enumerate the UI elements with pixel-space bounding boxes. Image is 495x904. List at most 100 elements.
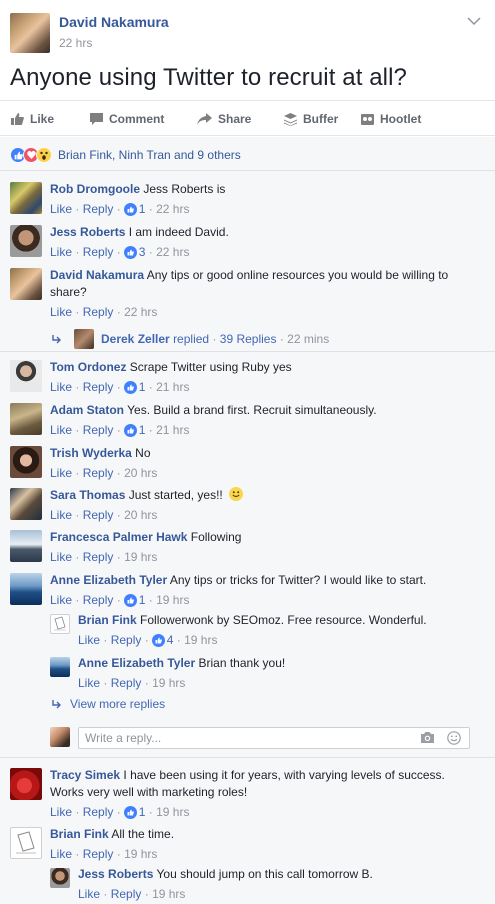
comment-reply-link[interactable]: Reply xyxy=(83,244,114,261)
comment-like-link[interactable]: Like xyxy=(50,804,72,821)
comment-like-link[interactable]: Like xyxy=(50,422,72,439)
comment-time[interactable]: 22 hrs xyxy=(156,201,189,218)
commenter-avatar[interactable] xyxy=(10,488,42,520)
commenter-avatar[interactable] xyxy=(10,268,42,300)
commenter-name[interactable]: Jess Roberts xyxy=(50,225,125,239)
comment-reply-link[interactable]: Reply xyxy=(111,632,142,649)
comment-like-link[interactable]: Like xyxy=(50,244,72,261)
author-avatar[interactable] xyxy=(10,13,50,53)
comment-reply-link[interactable]: Reply xyxy=(83,465,114,482)
commenter-avatar[interactable] xyxy=(10,827,42,859)
commenter-name[interactable]: David Nakamura xyxy=(50,268,144,282)
comment-button[interactable]: Comment xyxy=(90,101,164,137)
comment: Trish Wyderka No Like · Reply · 20 hrs xyxy=(10,445,480,485)
reply-input[interactable]: Write a reply... xyxy=(78,727,470,749)
like-count[interactable]: 1 xyxy=(139,804,146,821)
comment-time[interactable]: 19 hrs xyxy=(156,592,189,609)
commenter-name[interactable]: Sara Thomas xyxy=(50,488,125,502)
comment-time[interactable]: 22 hrs xyxy=(156,244,189,261)
comment-like-link[interactable]: Like xyxy=(78,886,100,903)
comment-reply-link[interactable]: Reply xyxy=(83,379,114,396)
commenter-name[interactable]: Rob Dromgoole xyxy=(50,182,140,196)
commenter-avatar[interactable] xyxy=(50,868,70,888)
comment-reply-link[interactable]: Reply xyxy=(83,592,114,609)
comment-like-link[interactable]: Like xyxy=(78,675,100,692)
comment-like-link[interactable]: Like xyxy=(50,549,72,566)
comment-time[interactable]: 19 hrs xyxy=(184,632,217,649)
hootlet-button[interactable]: Hootlet xyxy=(361,101,421,137)
reactions-summary[interactable]: Brian Fink, Ninh Tran and 9 others xyxy=(10,147,241,163)
comment-like-link[interactable]: Like xyxy=(50,507,72,524)
author-name[interactable]: David Nakamura xyxy=(59,14,169,30)
separator: · xyxy=(144,633,149,647)
share-button[interactable]: Share xyxy=(197,101,251,137)
separator: · xyxy=(116,805,121,819)
commenter-name[interactable]: Francesca Palmer Hawk xyxy=(50,530,187,544)
comment-reply-link[interactable]: Reply xyxy=(83,422,114,439)
comment-time[interactable]: 21 hrs xyxy=(156,379,189,396)
comment-time[interactable]: 19 hrs xyxy=(152,886,185,903)
comment-time[interactable]: 19 hrs xyxy=(124,549,157,566)
commenter-name[interactable]: Anne Elizabeth Tyler xyxy=(78,656,195,670)
post-timestamp[interactable]: 22 hrs xyxy=(59,36,92,50)
commenter-avatar[interactable] xyxy=(10,446,42,478)
commenter-avatar[interactable] xyxy=(10,225,42,257)
comment-time[interactable]: 19 hrs xyxy=(152,675,185,692)
comment-reply-link[interactable]: Reply xyxy=(83,304,114,321)
comment-reply-link[interactable]: Reply xyxy=(111,675,142,692)
commenter-name[interactable]: Tom Ordonez xyxy=(50,360,126,374)
comment-time[interactable]: 20 hrs xyxy=(124,507,157,524)
buffer-button[interactable]: Buffer xyxy=(284,101,338,137)
commenter-name[interactable]: Trish Wyderka xyxy=(50,446,132,460)
commenter-avatar[interactable] xyxy=(50,614,70,634)
replies-count[interactable]: 39 Replies xyxy=(220,332,277,346)
commenter-avatar[interactable] xyxy=(10,360,42,392)
comment-time[interactable]: 19 hrs xyxy=(156,804,189,821)
comment-time[interactable]: 22 hrs xyxy=(124,304,157,321)
comment-reply-link[interactable]: Reply xyxy=(83,201,114,218)
view-more-replies-link[interactable]: View more replies xyxy=(52,697,165,711)
comment-reply-link[interactable]: Reply xyxy=(111,886,142,903)
camera-icon[interactable] xyxy=(420,731,435,744)
commenter-avatar[interactable] xyxy=(10,403,42,435)
comment-time[interactable]: 19 hrs xyxy=(124,846,157,863)
comment-like-link[interactable]: Like xyxy=(50,201,72,218)
replier-name[interactable]: Derek Zeller xyxy=(101,332,170,346)
comment-like-link[interactable]: Like xyxy=(50,465,72,482)
like-count[interactable]: 1 xyxy=(139,422,146,439)
commenter-avatar[interactable] xyxy=(50,657,70,677)
commenter-name[interactable]: Adam Staton xyxy=(50,403,124,417)
commenter-avatar[interactable] xyxy=(10,573,42,605)
replies-summary-link[interactable]: Derek Zeller replied · 39 Replies · 22 m… xyxy=(52,329,329,349)
like-count[interactable]: 3 xyxy=(139,244,146,261)
chevron-down-icon[interactable] xyxy=(467,16,481,26)
comment-reply-link[interactable]: Reply xyxy=(83,804,114,821)
like-count[interactable]: 1 xyxy=(139,592,146,609)
commenter-avatar[interactable] xyxy=(10,530,42,562)
like-button[interactable]: Like xyxy=(10,101,54,137)
commenter-avatar[interactable] xyxy=(10,768,42,800)
like-count[interactable]: 1 xyxy=(139,201,146,218)
separator: · xyxy=(116,847,121,861)
emoji-icon[interactable] xyxy=(447,731,461,745)
like-count[interactable]: 4 xyxy=(167,632,174,649)
reactions-text[interactable]: Brian Fink, Ninh Tran and 9 others xyxy=(58,148,241,162)
comment-like-link[interactable]: Like xyxy=(50,304,72,321)
comment-time[interactable]: 20 hrs xyxy=(124,465,157,482)
comment-like-link[interactable]: Like xyxy=(78,632,100,649)
comment-time[interactable]: 21 hrs xyxy=(156,422,189,439)
comment-reply-link[interactable]: Reply xyxy=(83,846,114,863)
commenter-name[interactable]: Tracy Simek xyxy=(50,768,120,782)
comment-reply-link[interactable]: Reply xyxy=(83,549,114,566)
commenter-avatar[interactable] xyxy=(10,182,42,214)
comment-like-link[interactable]: Like xyxy=(50,379,72,396)
comment-reply-link[interactable]: Reply xyxy=(83,507,114,524)
separator: · xyxy=(148,245,153,259)
like-count[interactable]: 1 xyxy=(139,379,146,396)
comment-like-link[interactable]: Like xyxy=(50,846,72,863)
commenter-name[interactable]: Brian Fink xyxy=(50,827,109,841)
commenter-name[interactable]: Jess Roberts xyxy=(78,867,153,881)
comment-like-link[interactable]: Like xyxy=(50,592,72,609)
commenter-name[interactable]: Anne Elizabeth Tyler xyxy=(50,573,167,587)
commenter-name[interactable]: Brian Fink xyxy=(78,613,137,627)
